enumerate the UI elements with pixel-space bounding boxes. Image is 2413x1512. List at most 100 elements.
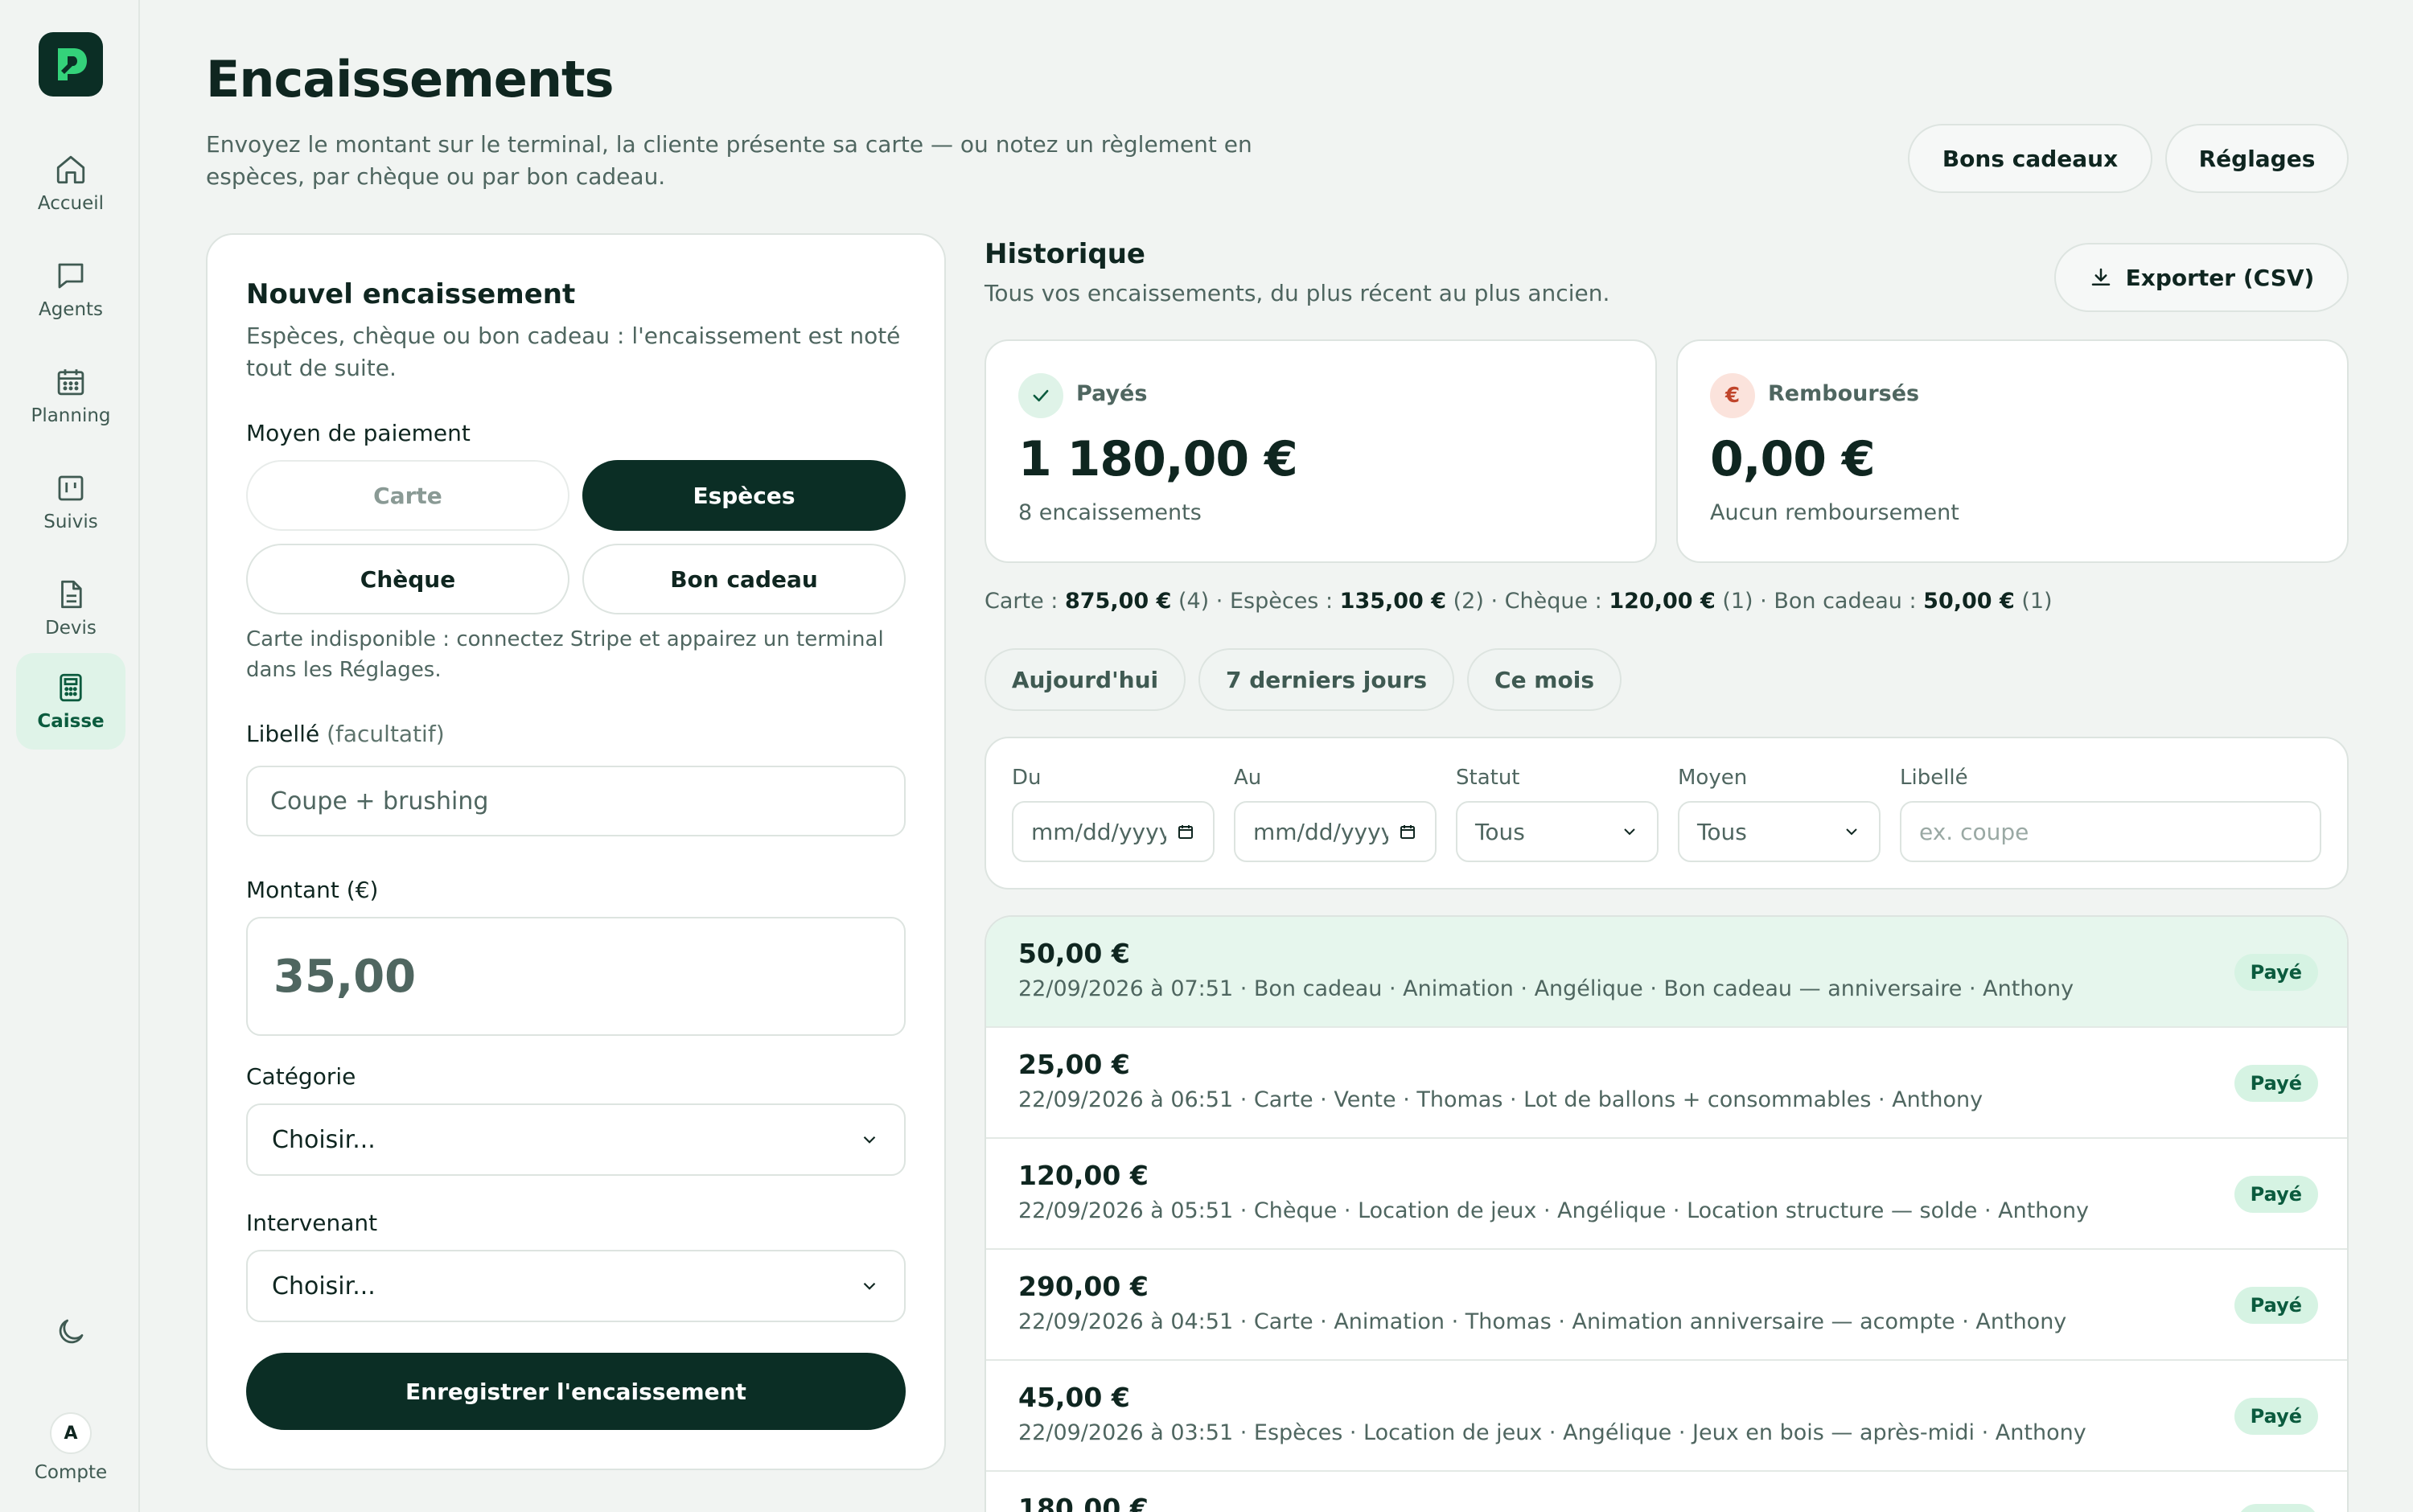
calendar-icon <box>1400 825 1415 839</box>
gift-cards-button[interactable]: Bons cadeaux <box>1908 124 2152 193</box>
breakdown-count: (1) <box>1722 589 1753 614</box>
filter-label-input[interactable]: ex. coupe <box>1900 801 2321 862</box>
paid-stat-value: 1 180,00 € <box>1018 431 1298 487</box>
status-badge: Payé <box>2234 954 2318 991</box>
paid-stat-sub: 8 encaissements <box>1018 500 1202 525</box>
calculator-icon <box>60 673 82 702</box>
home-icon <box>56 155 85 184</box>
sidebar-item-suivis[interactable]: Suivis <box>16 454 125 550</box>
filter-from-input[interactable]: mm/dd/yyyy <box>1012 801 1215 862</box>
category-select[interactable]: Choisir... <box>246 1103 906 1176</box>
filter-status-value: Tous <box>1475 818 1525 845</box>
payment-breakdown: Carte : 875,00 € (4) · Espèces : 135,00 … <box>985 589 2053 614</box>
chevron-down-icon <box>863 1136 876 1144</box>
export-csv-button[interactable]: Exporter (CSV) <box>2054 243 2349 312</box>
sidebar-item-label: Agents <box>38 299 104 320</box>
breakdown-separator: · <box>1753 589 1774 614</box>
breakdown-label: Carte : <box>985 589 1059 614</box>
sidebar-item-accueil[interactable]: Accueil <box>16 135 125 232</box>
amount-input[interactable]: 35,00 <box>246 917 906 1036</box>
row-amount: 180,00 € <box>1018 1493 1149 1512</box>
breakdown-label: Bon cadeau : <box>1774 589 1917 614</box>
filter-label-label: Libellé <box>1900 766 1968 790</box>
card-unavailable-notice: Carte indisponible : connectez Stripe et… <box>246 627 884 682</box>
sidebar-item-planning[interactable]: Planning <box>16 347 125 444</box>
check-icon <box>1018 373 1063 418</box>
filter-month-chip[interactable]: Ce mois <box>1467 648 1622 711</box>
payment-method-label: Moyen de paiement <box>246 420 471 446</box>
history-list: 50,00 € 22/09/2026 à 07:51 · Bon cadeau … <box>985 915 2349 1512</box>
status-badge: Payé <box>2234 1287 2318 1324</box>
row-meta: 22/09/2026 à 06:51 · Carte · Vente · Tho… <box>1018 1087 1983 1112</box>
method-gift-button[interactable]: Bon cadeau <box>582 544 906 614</box>
table-row[interactable]: 120,00 € 22/09/2026 à 05:51 · Chèque · L… <box>986 1139 2347 1250</box>
account-label: Compte <box>34 1462 108 1483</box>
sidebar-item-label: Accueil <box>37 193 105 214</box>
calendar-icon <box>57 369 84 396</box>
history-subtitle: Tous vos encaissements, du plus récent a… <box>985 280 1610 306</box>
filter-7days-chip[interactable]: 7 derniers jours <box>1198 648 1454 711</box>
table-row[interactable]: 180,00 € <box>986 1472 2347 1512</box>
amount-field-label: Montant (€) <box>246 877 379 903</box>
theme-toggle[interactable] <box>16 1303 125 1367</box>
app-logo[interactable] <box>39 32 103 97</box>
sidebar-item-label: Devis <box>45 618 97 639</box>
row-amount: 50,00 € <box>1018 938 1130 969</box>
row-meta: 22/09/2026 à 03:51 · Espèces · Location … <box>1018 1420 2086 1445</box>
row-amount: 25,00 € <box>1018 1049 1130 1080</box>
table-row[interactable]: 25,00 € 22/09/2026 à 06:51 · Carte · Ven… <box>986 1028 2347 1139</box>
paid-stat-label: Payés <box>1076 381 1148 406</box>
filter-from-label: Du <box>1012 766 1042 790</box>
label-field-label: Libellé (facultatif) <box>246 721 445 747</box>
sidebar-item-caisse[interactable]: Caisse <box>16 653 125 750</box>
method-cash-button[interactable]: Espèces <box>582 460 906 531</box>
sidebar-item-label: Suivis <box>43 512 98 532</box>
category-select-value: Choisir... <box>272 1125 376 1154</box>
history-title: Historique <box>985 238 1145 270</box>
label-field-optional: (facultatif) <box>327 721 445 747</box>
refunded-stat-label: Remboursés <box>1768 381 1920 406</box>
method-check-button[interactable]: Chèque <box>246 544 569 614</box>
status-badge <box>2238 1504 2318 1512</box>
status-badge: Payé <box>2234 1398 2318 1435</box>
row-amount: 290,00 € <box>1018 1271 1149 1302</box>
filter-status-select[interactable]: Tous <box>1456 801 1659 862</box>
label-input[interactable]: Coupe + brushing <box>246 766 906 836</box>
chat-icon <box>58 263 84 289</box>
table-row[interactable]: 50,00 € 22/09/2026 à 07:51 · Bon cadeau … <box>986 917 2347 1028</box>
table-row[interactable]: 45,00 € 22/09/2026 à 03:51 · Espèces · L… <box>986 1361 2347 1472</box>
download-icon <box>2091 268 2110 286</box>
breakdown-amount: 135,00 € <box>1339 589 1447 614</box>
document-icon <box>61 580 82 609</box>
status-badge: Payé <box>2234 1176 2318 1213</box>
page-subtitle: Envoyez le montant sur le terminal, la c… <box>206 131 1252 190</box>
label-field-title: Libellé <box>246 721 320 747</box>
settings-button[interactable]: Réglages <box>2165 124 2349 193</box>
page-title: Encaissements <box>206 50 615 109</box>
filter-method-value: Tous <box>1697 818 1747 845</box>
breakdown-separator: · <box>1483 589 1505 614</box>
submit-payment-button[interactable]: Enregistrer l'encaissement <box>246 1353 906 1430</box>
sidebar-item-label: Caisse <box>37 711 105 732</box>
row-amount: 120,00 € <box>1018 1160 1149 1191</box>
filter-method-select[interactable]: Tous <box>1678 801 1881 862</box>
breakdown-label: Espèces : <box>1229 589 1334 614</box>
category-field-label: Catégorie <box>246 1063 356 1090</box>
chevron-down-icon <box>1624 828 1635 836</box>
calendar-icon <box>1178 825 1193 839</box>
sidebar-item-devis[interactable]: Devis <box>16 560 125 656</box>
filter-status-label: Statut <box>1456 766 1520 790</box>
row-amount: 45,00 € <box>1018 1382 1130 1413</box>
filter-today-chip[interactable]: Aujourd'hui <box>985 648 1186 711</box>
avatar: A <box>50 1412 92 1454</box>
method-card-button[interactable]: Carte <box>246 460 569 531</box>
sidebar-item-agents[interactable]: Agents <box>16 241 125 338</box>
sidebar-item-label: Planning <box>31 405 111 426</box>
account-button[interactable]: A Compte <box>16 1399 125 1496</box>
table-row[interactable]: 290,00 € 22/09/2026 à 04:51 · Carte · An… <box>986 1250 2347 1361</box>
refunded-stat-sub: Aucun remboursement <box>1710 500 1959 525</box>
breakdown-amount: 875,00 € <box>1064 589 1172 614</box>
staff-select[interactable]: Choisir... <box>246 1250 906 1322</box>
filter-to-input[interactable]: mm/dd/yyyy <box>1234 801 1437 862</box>
filter-to-value: mm/dd/yyyy <box>1253 818 1388 845</box>
